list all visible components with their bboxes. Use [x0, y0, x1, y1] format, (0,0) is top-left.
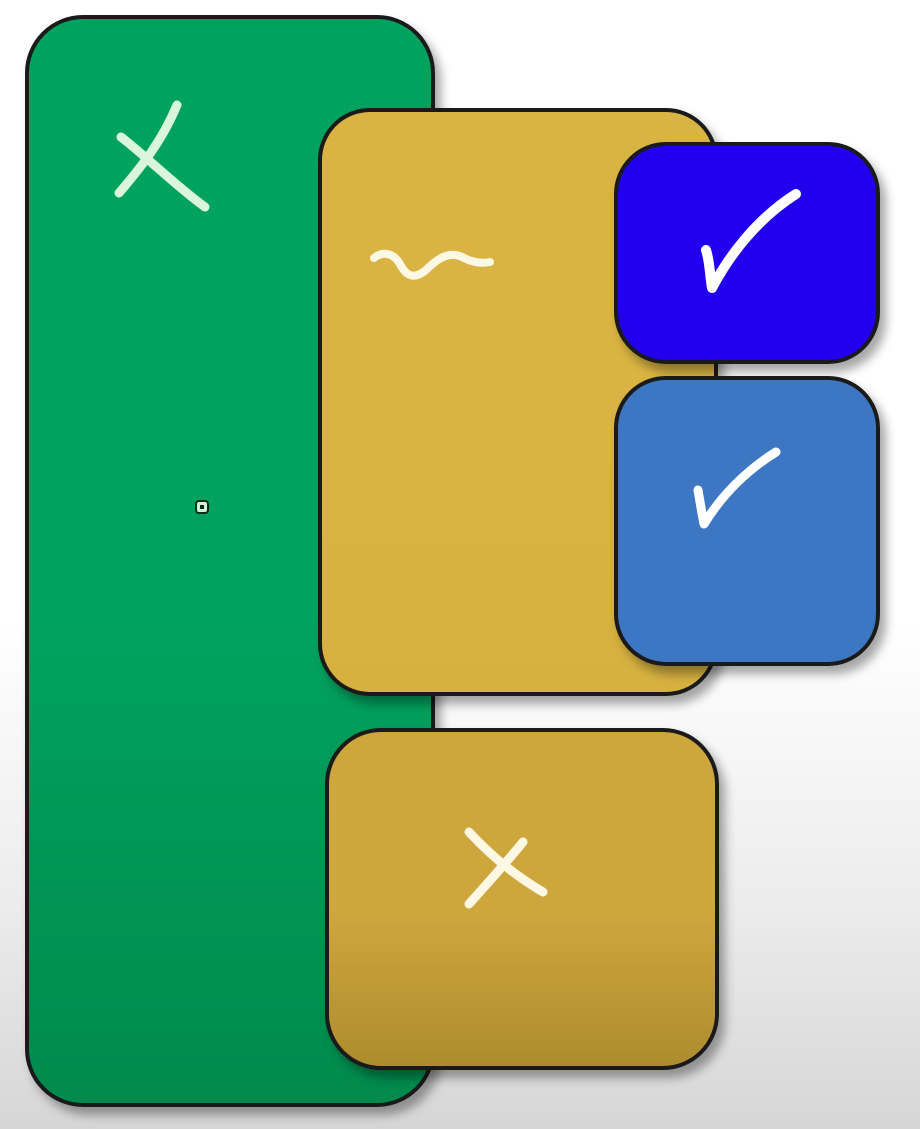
blue-box-light	[614, 376, 880, 666]
gold-box-bottom	[325, 728, 719, 1070]
blue-box-dark	[614, 142, 880, 364]
check-icon	[701, 189, 801, 293]
check-icon	[693, 447, 781, 529]
squiggle-icon	[370, 249, 494, 280]
center-dot	[195, 500, 209, 514]
cross-icon	[114, 100, 210, 212]
diagram-canvas	[0, 0, 920, 1129]
cross-icon	[464, 827, 548, 909]
